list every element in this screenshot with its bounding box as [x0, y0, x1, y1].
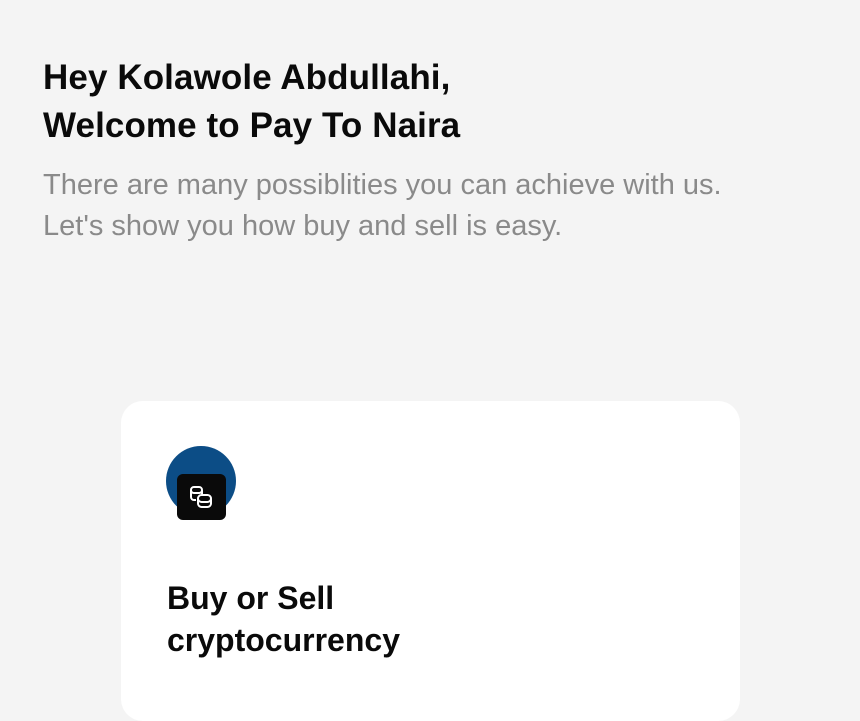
card-title: Buy or Sell cryptocurrency	[167, 577, 400, 661]
coins-icon	[166, 446, 236, 522]
welcome-heading: Hey Kolawole Abdullahi, Welcome to Pay T…	[43, 54, 460, 150]
greeting-welcome: Welcome to Pay To Naira	[43, 106, 461, 145]
greeting-name: Hey Kolawole Abdullahi,	[43, 58, 451, 97]
coin-stack-glyph	[189, 486, 212, 508]
buy-sell-crypto-card[interactable]: Buy or Sell cryptocurrency	[121, 401, 740, 721]
card-title-line2: cryptocurrency	[167, 622, 400, 658]
card-title-line1: Buy or Sell	[167, 580, 335, 616]
icon-badge	[177, 474, 226, 520]
intro-text: There are many possiblities you can achi…	[43, 169, 722, 242]
